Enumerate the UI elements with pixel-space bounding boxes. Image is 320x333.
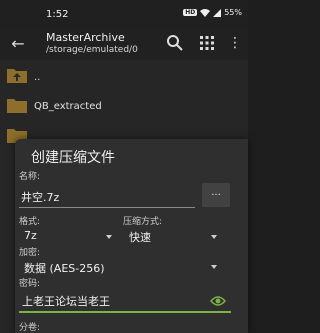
current-path: /storage/emulated/0 (46, 45, 138, 55)
eye-icon[interactable] (210, 295, 226, 307)
app-title: MasterArchive (46, 31, 125, 44)
password-input-underline (19, 311, 231, 313)
status-time: 1:52 (46, 9, 69, 20)
create-archive-dialog: 创建压缩文件 名称: 井空.7z ... 格式: 压缩方式: 7z 快速 加密:… (15, 139, 248, 333)
app-bar: ← MasterArchive /storage/emulated/0 ⋮ (0, 30, 248, 60)
split-label: 分卷: (19, 323, 41, 333)
name-label: 名称: (19, 172, 41, 182)
encryption-label: 加密: (19, 248, 41, 258)
wifi-icon (200, 8, 211, 17)
format-label: 格式: (19, 217, 41, 227)
file-name: QB_extracted (34, 101, 102, 112)
format-select[interactable]: 7z (24, 229, 37, 242)
name-input-underline (19, 207, 195, 208)
compression-select[interactable]: 快速 (129, 229, 151, 245)
browse-button[interactable]: ... (202, 183, 230, 207)
encryption-select[interactable]: 数据 (AES-256) (24, 260, 105, 276)
status-bar: 1:52 HD 55% (0, 0, 248, 30)
status-icons: HD 55% (183, 8, 242, 17)
back-arrow-icon[interactable]: ← (8, 34, 28, 54)
folder-up-icon (7, 69, 27, 83)
chevron-down-icon (211, 265, 217, 269)
password-input[interactable]: 上老王论坛当老王 (22, 293, 110, 309)
password-label: 密码: (19, 279, 41, 289)
compression-label: 压缩方式: (123, 217, 163, 227)
more-options-icon[interactable]: ⋮ (228, 34, 242, 52)
archive-name-input[interactable]: 井空.7z (21, 189, 59, 205)
list-item[interactable]: .. (0, 64, 248, 94)
dialog-title: 创建压缩文件 (31, 150, 115, 166)
list-item[interactable]: QB_extracted (0, 92, 248, 122)
battery-level: 55% (224, 8, 242, 17)
chevron-down-icon (106, 235, 112, 239)
search-icon[interactable] (166, 34, 184, 52)
network-badge: HD (183, 9, 198, 16)
chevron-down-icon (211, 235, 217, 239)
signal-icon (213, 8, 222, 17)
grid-view-icon[interactable] (199, 35, 215, 51)
folder-icon (7, 99, 27, 113)
file-name: .. (34, 72, 41, 83)
